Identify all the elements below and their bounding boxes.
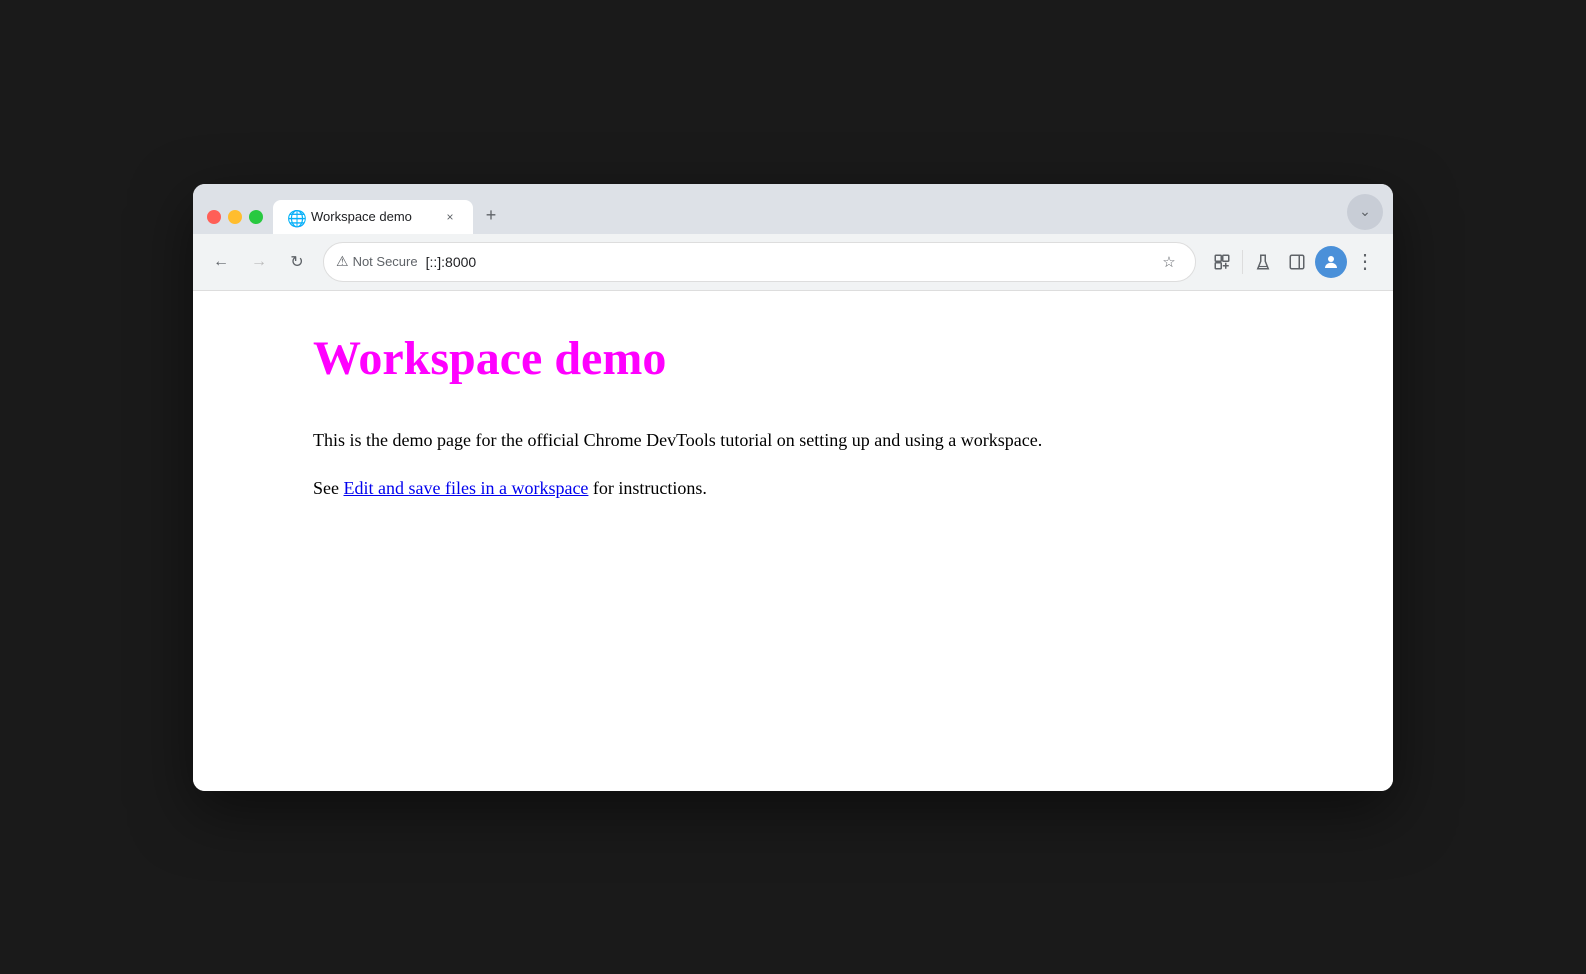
profile-button[interactable] xyxy=(1315,246,1347,278)
nav-bar: ← → ↻ ⚠ Not Secure [::]:8000 ☆ xyxy=(193,234,1393,291)
tab-bar: 🌐 Workspace demo × + ⌄ xyxy=(193,184,1393,234)
tab-close-button[interactable]: × xyxy=(441,208,459,226)
warning-icon: ⚠ xyxy=(336,253,349,270)
extensions-button[interactable] xyxy=(1206,246,1238,278)
more-button[interactable]: ⋮ xyxy=(1349,246,1381,278)
page-heading: Workspace demo xyxy=(313,331,1273,386)
bookmark-button[interactable]: ☆ xyxy=(1155,248,1183,276)
forward-button[interactable]: → xyxy=(243,246,275,278)
link-suffix: for instructions. xyxy=(588,478,707,498)
labs-button[interactable] xyxy=(1247,246,1279,278)
active-tab[interactable]: 🌐 Workspace demo × xyxy=(273,200,473,234)
page-content: Workspace demo This is the demo page for… xyxy=(193,291,1393,791)
window-controls xyxy=(203,210,273,234)
workspace-link[interactable]: Edit and save files in a workspace xyxy=(344,478,589,498)
tab-title: Workspace demo xyxy=(311,209,433,224)
minimize-dot[interactable] xyxy=(228,210,242,224)
page-description: This is the demo page for the official C… xyxy=(313,426,1273,455)
tab-dropdown-button[interactable]: ⌄ xyxy=(1347,194,1383,230)
reload-button[interactable]: ↻ xyxy=(281,246,313,278)
close-dot[interactable] xyxy=(207,210,221,224)
security-warning: ⚠ Not Secure xyxy=(336,253,418,270)
tab-favicon-icon: 🌐 xyxy=(287,209,303,225)
nav-right-buttons: ⋮ xyxy=(1206,246,1381,278)
new-tab-button[interactable]: + xyxy=(473,198,509,234)
address-text: [::]:8000 xyxy=(426,254,1147,270)
back-button[interactable]: ← xyxy=(205,246,237,278)
maximize-dot[interactable] xyxy=(249,210,263,224)
separator xyxy=(1242,250,1243,274)
sidebar-button[interactable] xyxy=(1281,246,1313,278)
address-actions: ☆ xyxy=(1155,248,1183,276)
browser-window: 🌐 Workspace demo × + ⌄ ← → ↻ ⚠ Not Secur… xyxy=(193,184,1393,791)
link-prefix: See xyxy=(313,478,344,498)
address-bar[interactable]: ⚠ Not Secure [::]:8000 ☆ xyxy=(323,242,1196,282)
page-link-line: See Edit and save files in a workspace f… xyxy=(313,474,1273,503)
security-label: Not Secure xyxy=(353,254,418,269)
